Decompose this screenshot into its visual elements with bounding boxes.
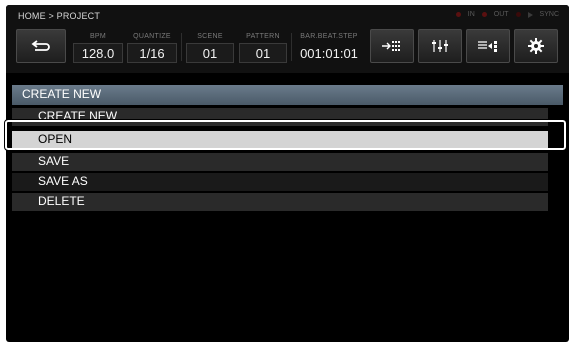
sequence-icon	[478, 41, 497, 52]
scene-label: SCENE	[197, 33, 223, 40]
menu-item-label: SAVE AS	[38, 174, 88, 188]
in-label: IN	[467, 11, 475, 18]
menu-item-save-as[interactable]: SAVE AS	[12, 173, 548, 191]
quantize-field[interactable]: QUANTIZE 1/16	[127, 29, 177, 65]
bpm-label: BPM	[89, 33, 107, 40]
play-icon	[527, 11, 533, 18]
top-bar: HOME > PROJECT IN OUT SYNC BPM 128.0 QUA…	[6, 5, 569, 73]
menu-header: CREATE NEW	[12, 85, 563, 105]
step-input-icon	[382, 41, 400, 51]
step-input-button[interactable]	[370, 29, 414, 63]
pattern-label: PATTERN	[246, 33, 280, 40]
menu-item-label: SAVE	[38, 154, 70, 168]
menu-item-delete[interactable]: DELETE	[12, 193, 548, 211]
back-button[interactable]	[16, 29, 66, 63]
scene-value: 01	[202, 46, 218, 61]
menu-header-title: CREATE NEW	[22, 87, 102, 101]
separator	[291, 33, 292, 61]
record-icon	[515, 12, 521, 17]
scene-field[interactable]: SCENE 01	[186, 29, 234, 65]
sequence-button[interactable]	[466, 29, 510, 63]
status-indicators: IN OUT SYNC	[455, 11, 559, 18]
out-label: OUT	[493, 11, 509, 18]
bar-beat-step-label: BAR.BEAT.STEP	[300, 33, 358, 40]
pattern-field[interactable]: PATTERN 01	[239, 29, 287, 65]
device-screen: HOME > PROJECT IN OUT SYNC BPM 128.0 QUA…	[6, 5, 569, 342]
quantize-label: QUANTIZE	[133, 33, 171, 40]
mixer-faders-icon	[432, 40, 448, 52]
settings-button[interactable]	[514, 29, 558, 63]
bpm-field[interactable]: BPM 128.0	[73, 29, 123, 65]
quantize-value: 1/16	[139, 46, 165, 61]
bar-beat-step-value: 001:01:01	[300, 46, 358, 61]
return-arrow-icon	[31, 40, 50, 51]
bpm-value: 128.0	[81, 46, 115, 61]
settings-gear-icon	[528, 38, 544, 54]
separator	[181, 33, 182, 61]
menu-item-label: DELETE	[38, 194, 85, 208]
sync-label: SYNC	[539, 11, 559, 18]
mixer-button[interactable]	[418, 29, 462, 63]
out-indicator-icon	[481, 12, 487, 17]
selection-highlight-frame	[4, 119, 567, 151]
menu-item-save[interactable]: SAVE	[12, 153, 548, 171]
in-indicator-icon	[455, 12, 461, 17]
pattern-value: 01	[255, 46, 271, 61]
bar-beat-step-field[interactable]: BAR.BEAT.STEP 001:01:01	[294, 29, 364, 65]
breadcrumb: HOME > PROJECT	[18, 11, 101, 21]
